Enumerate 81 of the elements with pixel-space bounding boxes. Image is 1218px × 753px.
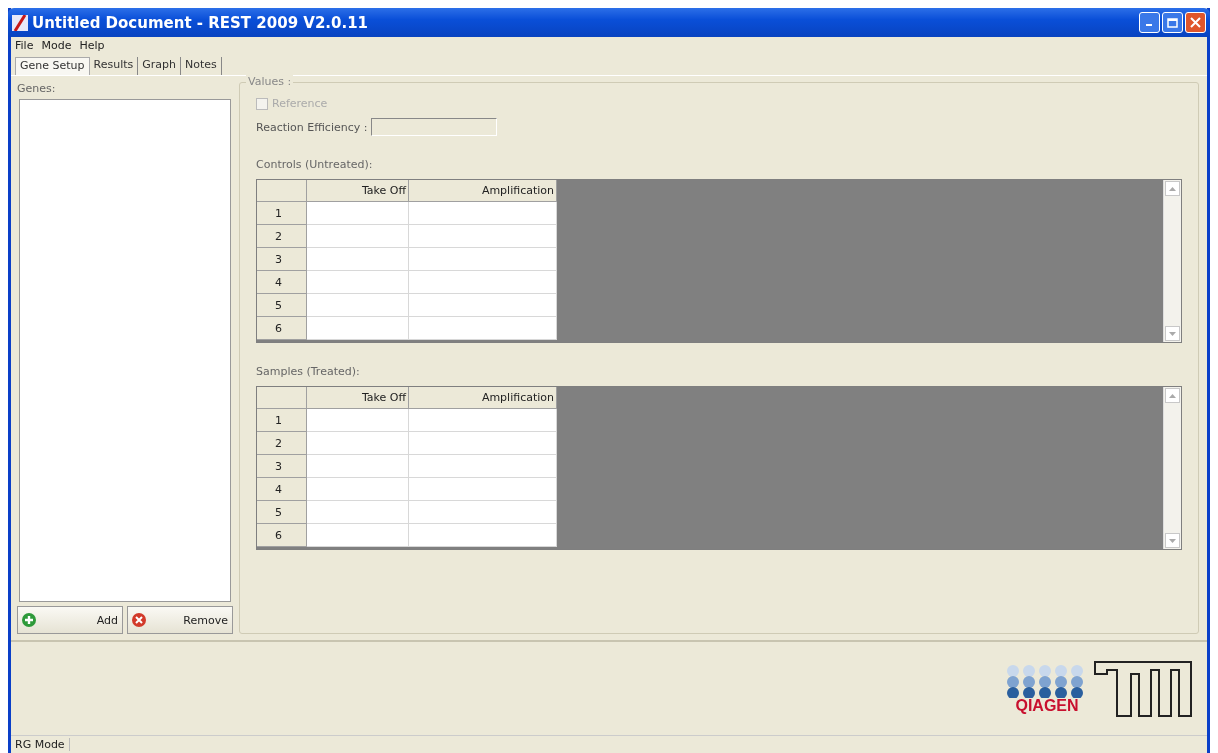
app-icon [12, 14, 28, 31]
table-cell[interactable] [409, 225, 557, 248]
table-cell[interactable] [307, 294, 409, 317]
maximize-button[interactable] [1162, 12, 1183, 33]
row-header: 2 [257, 225, 307, 248]
menu-item[interactable]: Help [79, 39, 105, 55]
up-arrow-icon [1169, 186, 1176, 191]
tab[interactable]: Results [89, 57, 139, 75]
table-cell[interactable] [409, 409, 557, 432]
column-header[interactable]: Take Off [307, 387, 409, 409]
table-cell[interactable] [307, 524, 409, 547]
efficiency-label: Reaction Efficiency : [256, 120, 368, 134]
table-cell[interactable] [409, 478, 557, 501]
plus-icon [22, 613, 36, 627]
reference-label: Reference [272, 97, 328, 110]
tab[interactable]: Graph [138, 57, 182, 75]
values-legend: Values : [246, 75, 294, 88]
scroll-down-button[interactable] [1165, 533, 1180, 548]
close-icon [1190, 17, 1201, 28]
column-header[interactable]: Amplification [409, 387, 557, 409]
down-arrow-icon [1169, 538, 1176, 543]
table-cell[interactable] [307, 455, 409, 478]
row-header: 1 [257, 409, 307, 432]
table-cell[interactable] [409, 294, 557, 317]
maximize-icon [1167, 17, 1178, 28]
down-arrow-icon [1169, 331, 1176, 336]
table-cell[interactable] [307, 317, 409, 340]
scroll-bar[interactable] [1163, 180, 1181, 342]
tab[interactable]: Gene Setup [15, 57, 90, 75]
row-header: 3 [257, 455, 307, 478]
menu-item[interactable]: File [15, 39, 34, 55]
row-header: 1 [257, 202, 307, 225]
row-header: 5 [257, 294, 307, 317]
logo-text: QIAGEN [1015, 697, 1079, 714]
row-header: 2 [257, 432, 307, 455]
close-button[interactable] [1185, 12, 1206, 33]
row-header: 4 [257, 478, 307, 501]
table-cell[interactable] [409, 432, 557, 455]
grid-corner [257, 387, 307, 409]
add-button[interactable]: Add [17, 606, 123, 634]
data-grid[interactable]: Take Off Amplification 1 2 3 4 5 6 [256, 179, 1182, 343]
genes-list[interactable] [19, 99, 231, 602]
genes-label: Genes: [17, 82, 57, 95]
minimize-button[interactable] [1139, 12, 1160, 33]
row-header: 3 [257, 248, 307, 271]
remove-button[interactable]: Remove [127, 606, 233, 634]
table-cell[interactable] [409, 317, 557, 340]
row-header: 4 [257, 271, 307, 294]
table-cell[interactable] [307, 432, 409, 455]
table-cell[interactable] [409, 202, 557, 225]
column-header[interactable]: Amplification [409, 180, 557, 202]
scroll-up-button[interactable] [1165, 181, 1180, 196]
table-cell[interactable] [307, 248, 409, 271]
table-cell[interactable] [409, 524, 557, 547]
scroll-down-button[interactable] [1165, 326, 1180, 341]
column-header[interactable]: Take Off [307, 180, 409, 202]
row-header: 5 [257, 501, 307, 524]
table-cell[interactable] [307, 478, 409, 501]
row-header: 6 [257, 524, 307, 547]
status-text: RG Mode [11, 738, 70, 751]
up-arrow-icon [1169, 393, 1176, 398]
menu-item[interactable]: Mode [41, 39, 72, 55]
table-cell[interactable] [307, 225, 409, 248]
window-title: Untitled Document - REST 2009 V2.0.11 [32, 13, 369, 32]
grid-title: Samples (Treated): [256, 365, 361, 378]
table-cell[interactable] [307, 271, 409, 294]
scroll-up-button[interactable] [1165, 388, 1180, 403]
grid-title: Controls (Untreated): [256, 158, 374, 171]
table-cell[interactable] [307, 501, 409, 524]
tab[interactable]: Notes [181, 57, 222, 75]
delete-icon [132, 613, 146, 627]
grid-corner [257, 180, 307, 202]
data-grid[interactable]: Take Off Amplification 1 2 3 4 5 6 [256, 386, 1182, 550]
table-cell[interactable] [409, 248, 557, 271]
table-cell[interactable] [307, 202, 409, 225]
row-header: 6 [257, 317, 307, 340]
table-cell[interactable] [307, 409, 409, 432]
table-cell[interactable] [409, 271, 557, 294]
table-cell[interactable] [409, 455, 557, 478]
scroll-bar[interactable] [1163, 387, 1181, 549]
table-cell[interactable] [409, 501, 557, 524]
